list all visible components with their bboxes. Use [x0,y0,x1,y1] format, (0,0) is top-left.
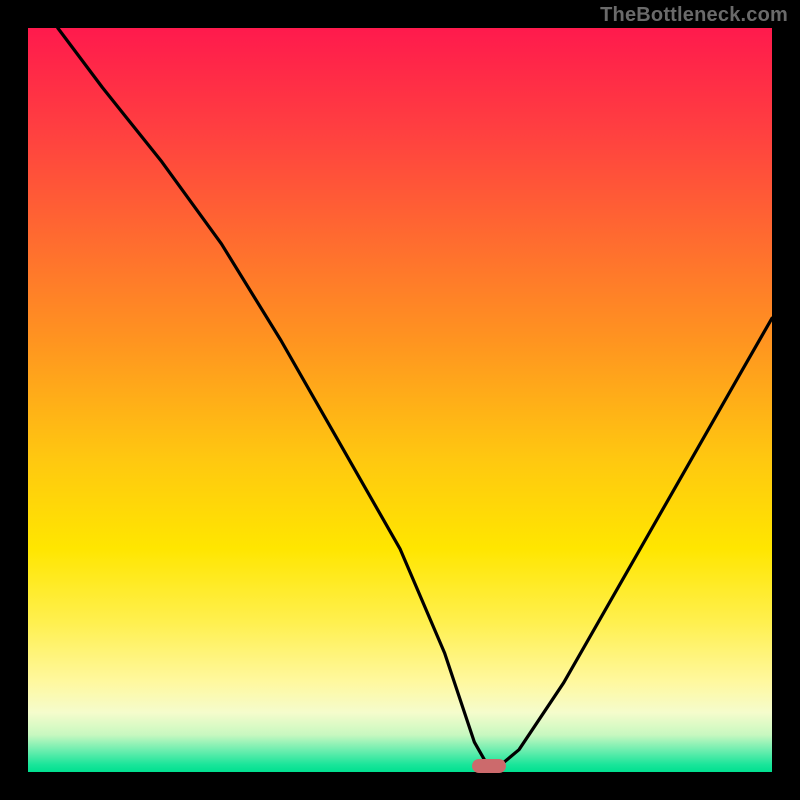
watermark-text: TheBottleneck.com [600,4,788,27]
minimum-marker [472,759,506,773]
chart-frame: TheBottleneck.com [0,0,800,800]
plot-area [28,28,772,772]
bottleneck-curve [28,28,772,772]
